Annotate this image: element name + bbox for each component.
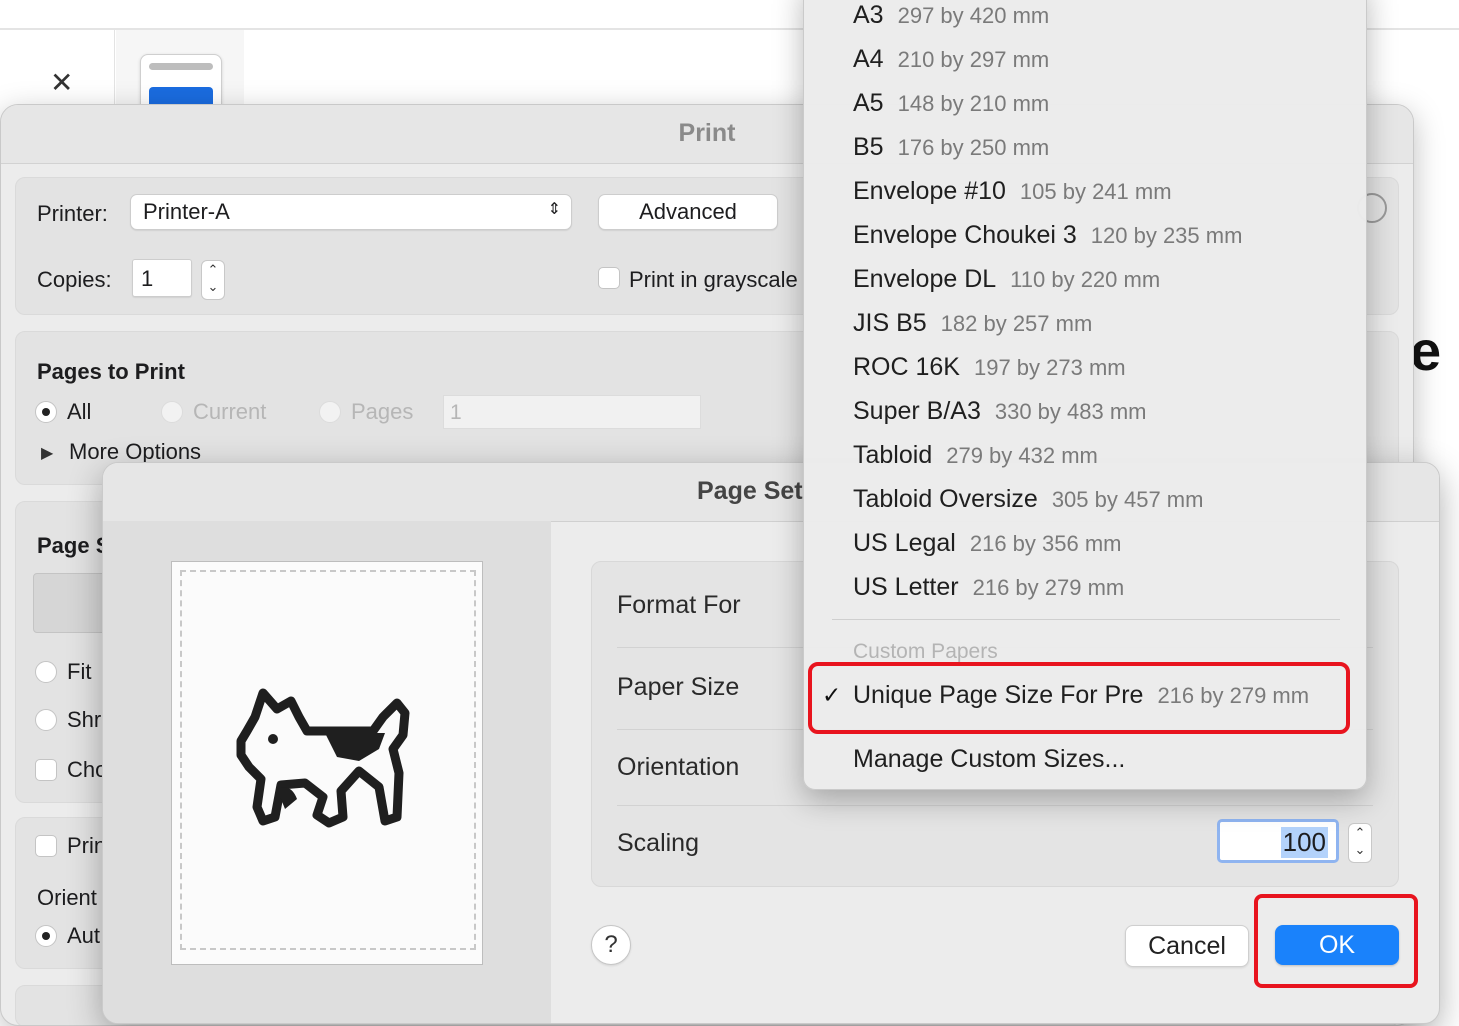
advanced-button[interactable]: Advanced	[598, 194, 778, 230]
current-page-radio[interactable]	[161, 401, 183, 423]
row-separator	[617, 805, 1373, 806]
selected-paper-highlight	[808, 662, 1350, 734]
ok-button-highlight	[1254, 894, 1418, 988]
page-range-value: 1	[450, 401, 462, 424]
background-heading-fragment: e	[1410, 319, 1442, 382]
menu-item[interactable]: A3 297 by 420 mm	[804, 0, 1366, 37]
disclosure-triangle-icon[interactable]: ▶	[41, 443, 53, 463]
printer-select[interactable]: Printer-A ⇕	[130, 194, 572, 230]
dogcow-icon	[236, 688, 410, 828]
menu-separator	[832, 619, 1340, 620]
all-pages-radio[interactable]	[35, 401, 57, 423]
choose-checkbox[interactable]	[35, 759, 57, 781]
scaling-stepper[interactable]: ⌃ ⌄	[1348, 823, 1372, 863]
paper-dimensions: 297 by 420 mm	[897, 3, 1050, 28]
menu-item[interactable]: B5 176 by 250 mm	[804, 129, 1366, 169]
paper-name: A4	[853, 45, 884, 73]
orientation-label-partial: Orient	[37, 885, 97, 910]
paper-name: Envelope DL	[853, 265, 997, 293]
custom-papers-header: Custom Papers	[853, 640, 998, 663]
paper-dimensions: 279 by 432 mm	[946, 443, 1098, 468]
scaling-label: Scaling	[617, 829, 699, 857]
orientation-label: Orientation	[617, 753, 740, 781]
paper-name: ROC 16K	[853, 353, 960, 381]
grayscale-checkbox[interactable]	[598, 267, 620, 289]
paper-dimensions: 216 by 356 mm	[969, 531, 1122, 556]
paper-dimensions: 182 by 257 mm	[940, 311, 1093, 336]
paper-dimensions: 110 by 220 mm	[1010, 267, 1161, 292]
menu-item[interactable]: Envelope #10 105 by 241 mm	[804, 173, 1366, 213]
paper-name: Super B/A3	[853, 397, 981, 425]
copies-value: 1	[141, 266, 154, 291]
pages-to-print-header: Pages to Print	[37, 359, 185, 384]
updown-chevron-icon: ⇕	[547, 201, 561, 218]
paper-size-label: Paper Size	[617, 673, 740, 701]
all-pages-label: All	[67, 399, 92, 424]
cancel-button[interactable]: Cancel	[1125, 925, 1249, 967]
paper-dimensions: 197 by 273 mm	[973, 355, 1126, 380]
page-range-input[interactable]: 1	[443, 395, 701, 429]
menu-item[interactable]: A4 210 by 297 mm	[804, 41, 1366, 81]
page-range-label: Pages	[351, 399, 414, 424]
shrink-label: Shr	[67, 707, 102, 732]
scaling-input[interactable]: 100	[1217, 819, 1339, 863]
menu-item[interactable]: Envelope DL 110 by 220 mm	[804, 261, 1366, 301]
help-button[interactable]: ?	[591, 925, 631, 965]
page-range-radio[interactable]	[319, 401, 341, 423]
paper-dimensions: 210 by 297 mm	[897, 47, 1050, 72]
paper-dimensions: 176 by 250 mm	[897, 135, 1050, 160]
menu-item[interactable]: Envelope Choukei 3 120 by 235 mm	[804, 217, 1366, 257]
close-icon[interactable]: ✕	[50, 66, 73, 99]
shrink-radio[interactable]	[35, 709, 57, 731]
paper-name: US Letter	[853, 573, 959, 601]
page-setup-title: Page Set	[697, 477, 803, 505]
paper-name: B5	[853, 133, 884, 161]
menu-item[interactable]: US Legal 216 by 356 mm	[804, 525, 1366, 565]
sidebar-divider	[114, 30, 115, 110]
scaling-value: 100	[1280, 827, 1328, 858]
menu-item[interactable]: US Letter 216 by 279 mm	[804, 569, 1366, 609]
menu-item[interactable]: ROC 16K 197 by 273 mm	[804, 349, 1366, 389]
printer-select-value: Printer-A	[143, 199, 230, 224]
paper-dimensions: 330 by 483 mm	[994, 399, 1147, 424]
paper-name: A3	[853, 1, 884, 29]
format-for-label: Format For	[617, 591, 741, 619]
paper-name: Envelope #10	[853, 177, 1006, 205]
menu-item[interactable]: Tabloid 279 by 432 mm	[804, 437, 1366, 477]
fit-label: Fit	[67, 659, 92, 684]
auto-orientation-radio[interactable]	[35, 925, 57, 947]
paper-name: JIS B5	[853, 309, 927, 337]
page-section-header: Page S	[37, 533, 111, 558]
paper-dimensions: 216 by 279 mm	[972, 575, 1125, 600]
paper-dimensions: 120 by 235 mm	[1090, 223, 1243, 248]
paper-dimensions: 105 by 241 mm	[1019, 179, 1172, 204]
auto-orientation-label: Aut	[67, 923, 101, 948]
menu-item[interactable]: Super B/A3 330 by 483 mm	[804, 393, 1366, 433]
current-page-label: Current	[193, 399, 267, 424]
thumbnail-header-bar	[149, 63, 213, 70]
paper-name: Envelope Choukei 3	[853, 221, 1077, 249]
paper-name: Tabloid Oversize	[853, 485, 1038, 513]
menu-item[interactable]: JIS B5 182 by 257 mm	[804, 305, 1366, 345]
print-option-checkbox[interactable]	[35, 835, 57, 857]
paper-dimensions: 148 by 210 mm	[897, 91, 1050, 116]
manage-custom-sizes-label: Manage Custom Sizes...	[853, 745, 1126, 773]
paper-dimensions: 305 by 457 mm	[1051, 487, 1204, 512]
menu-item[interactable]: Tabloid Oversize 305 by 457 mm	[804, 481, 1366, 521]
fit-radio[interactable]	[35, 661, 57, 683]
print-option-label: Prin	[67, 833, 107, 858]
copies-label: Copies:	[37, 267, 112, 292]
manage-custom-sizes-item[interactable]: Manage Custom Sizes...	[804, 741, 1366, 781]
paper-name: Tabloid	[853, 441, 933, 469]
menu-item[interactable]: A5 148 by 210 mm	[804, 85, 1366, 125]
paper-name: US Legal	[853, 529, 956, 557]
copies-stepper[interactable]: ⌃ ⌄	[201, 260, 225, 300]
paper-name: A5	[853, 89, 884, 117]
copies-input[interactable]: 1	[132, 259, 192, 297]
printer-label: Printer:	[37, 201, 108, 226]
grayscale-label: Print in grayscale	[629, 267, 798, 292]
